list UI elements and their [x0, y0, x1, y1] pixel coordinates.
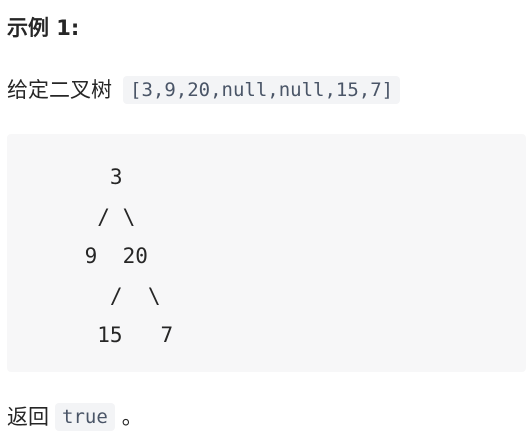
- return-period: 。: [121, 405, 143, 429]
- given-tree-line: 给定二叉树 [3,9,20,null,null,15,7]: [7, 75, 401, 105]
- return-value-code: true: [55, 403, 115, 431]
- tree-array-code: [3,9,20,null,null,15,7]: [123, 76, 401, 104]
- example-title: 示例 1:: [7, 16, 80, 40]
- given-tree-label: 给定二叉树: [7, 78, 112, 102]
- return-label: 返回: [7, 405, 49, 429]
- return-line: 返回 true。: [7, 402, 143, 432]
- tree-diagram-block: 3 / \ 9 20 / \ 15 7: [7, 134, 526, 372]
